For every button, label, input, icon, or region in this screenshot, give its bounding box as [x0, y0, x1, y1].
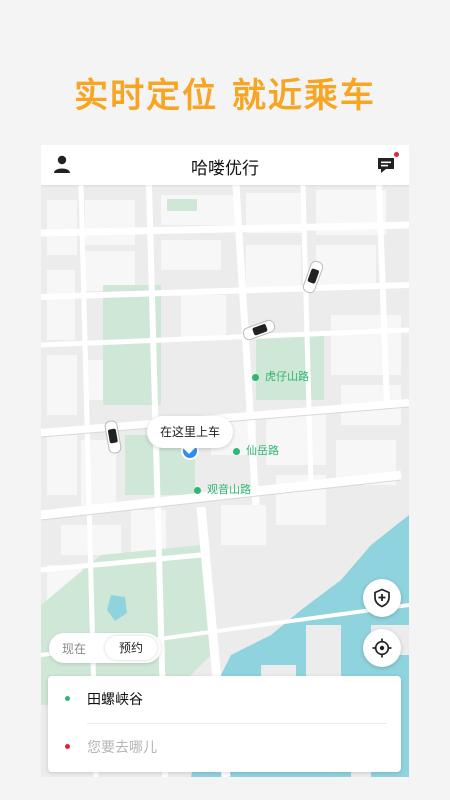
- trip-card: 田螺峡谷 您要去哪儿: [48, 676, 401, 772]
- pickup-row[interactable]: 田螺峡谷: [48, 676, 401, 723]
- poi-name: 虎仔山路: [265, 370, 309, 383]
- pickup-dot: [65, 696, 70, 701]
- destination-dot: [65, 744, 70, 749]
- destination-field[interactable]: 您要去哪儿: [87, 737, 157, 757]
- poi-dot: [194, 486, 201, 494]
- locate-crosshair-icon: [372, 638, 392, 658]
- app-title: 哈喽优行: [191, 159, 259, 179]
- pickup-callout[interactable]: 在这里上车: [147, 416, 233, 454]
- unread-badge: [394, 152, 399, 157]
- schedule-option[interactable]: 预约: [105, 636, 157, 660]
- app-screen: 哈喽优行 在这里上车 虎仔山路 仙岳路 观音山路 现在 预约 田螺峡谷 您要去哪…: [41, 145, 409, 777]
- destination-row[interactable]: 您要去哪儿: [48, 724, 401, 771]
- shield-plus-icon: [374, 588, 390, 608]
- time-toggle: 现在 预约: [49, 633, 161, 663]
- poi-dot: [252, 373, 259, 381]
- poi-name: 仙岳路: [246, 444, 279, 457]
- app-bar: 哈喽优行: [41, 145, 409, 185]
- pickup-field[interactable]: 田螺峡谷: [87, 689, 143, 709]
- safety-button[interactable]: [363, 579, 401, 617]
- message-icon[interactable]: [375, 154, 397, 176]
- now-option[interactable]: 现在: [62, 640, 86, 657]
- locate-button[interactable]: [363, 629, 401, 667]
- poi-label: 观音山路: [194, 481, 251, 497]
- poi-dot: [233, 447, 240, 455]
- poi-label: 虎仔山路: [252, 368, 309, 384]
- poi-label: 仙岳路: [233, 442, 279, 458]
- promo-headline: 实时定位 就近乘车: [74, 76, 376, 116]
- poi-name: 观音山路: [207, 483, 251, 496]
